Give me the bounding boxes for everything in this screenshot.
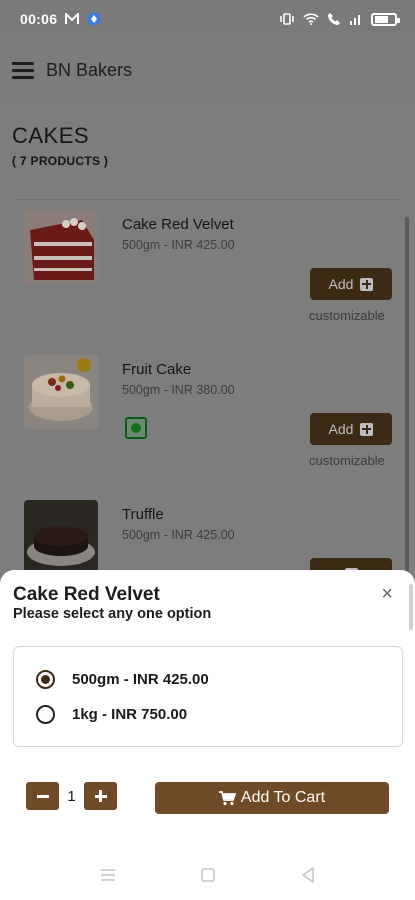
- signal-icon: [350, 15, 360, 25]
- add-to-cart-button[interactable]: Add To Cart: [155, 782, 389, 814]
- category-count: ( 7 PRODUCTS ): [12, 154, 109, 168]
- divider: [16, 199, 398, 200]
- increase-button[interactable]: [84, 782, 117, 810]
- vibrate-icon: [280, 13, 294, 25]
- product-name[interactable]: Truffle: [122, 506, 164, 523]
- product-card[interactable]: Fruit Cake 500gm - INR 380.00 Add custom…: [0, 355, 415, 495]
- add-button-label: Add: [328, 421, 354, 437]
- close-icon[interactable]: ×: [381, 584, 393, 604]
- product-price: 500gm - INR 425.00: [122, 238, 235, 252]
- quantity-stepper: 1: [26, 782, 117, 810]
- plus-square-icon: [360, 422, 374, 436]
- add-button[interactable]: Add: [310, 413, 392, 445]
- product-card[interactable]: Cake Red Velvet 500gm - INR 425.00 Add c…: [0, 210, 415, 350]
- add-button[interactable]: Add: [310, 268, 392, 300]
- option-500gm[interactable]: 500gm - INR 425.00: [36, 670, 209, 689]
- quantity-value: 1: [67, 787, 76, 805]
- status-time: 00:06: [20, 11, 58, 27]
- product-price: 500gm - INR 425.00: [122, 528, 235, 542]
- product-image: [24, 500, 98, 574]
- wifi-icon: [303, 13, 319, 25]
- back-icon[interactable]: [298, 865, 318, 885]
- call-icon: [328, 13, 340, 25]
- product-image: [24, 210, 98, 284]
- cart-icon: [218, 790, 236, 805]
- recent-apps-icon[interactable]: [98, 865, 118, 885]
- options-group: 500gm - INR 425.00 1kg - INR 750.00: [13, 646, 403, 747]
- sheet-title: Cake Red Velvet: [13, 584, 160, 605]
- battery-icon: [371, 12, 400, 26]
- product-name[interactable]: Fruit Cake: [122, 361, 191, 378]
- option-1kg[interactable]: 1kg - INR 750.00: [36, 705, 187, 724]
- sheet-subtitle: Please select any one option: [13, 606, 212, 622]
- menu-icon[interactable]: [12, 61, 34, 79]
- add-to-cart-label: Add To Cart: [240, 789, 326, 806]
- customizable-label: customizable: [309, 453, 385, 468]
- radio-unchecked-icon[interactable]: [36, 705, 55, 724]
- app-notification-icon: [87, 12, 101, 26]
- sheet-scrollbar[interactable]: [409, 584, 413, 630]
- option-label: 500gm - INR 425.00: [72, 671, 209, 688]
- mail-icon: [65, 13, 80, 24]
- home-icon[interactable]: [198, 865, 218, 885]
- app-title: BN Bakers: [46, 59, 133, 80]
- veg-indicator-icon: [125, 417, 147, 439]
- decrease-button[interactable]: [26, 782, 59, 810]
- product-image: [24, 355, 98, 429]
- customizable-label: customizable: [309, 308, 385, 323]
- status-bar: 00:06: [0, 0, 415, 38]
- add-button-label: Add: [328, 276, 354, 292]
- app-bar: BN Bakers: [0, 38, 415, 102]
- product-name[interactable]: Cake Red Velvet: [122, 216, 234, 233]
- radio-checked-icon[interactable]: [36, 670, 55, 689]
- system-nav-bar: [0, 850, 415, 900]
- category-title: CAKES: [12, 123, 90, 148]
- plus-square-icon: [360, 277, 374, 291]
- option-label: 1kg - INR 750.00: [72, 706, 188, 723]
- product-price: 500gm - INR 380.00: [122, 383, 235, 397]
